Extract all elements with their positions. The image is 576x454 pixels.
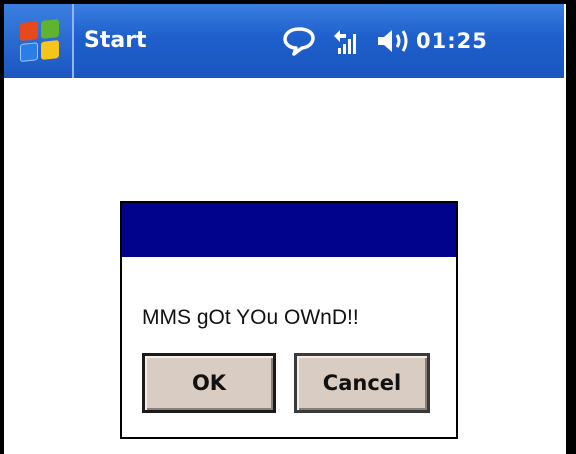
clock[interactable]: 01:25 [416, 30, 488, 52]
speaker-icon[interactable] [376, 26, 412, 56]
cancel-button[interactable]: Cancel [294, 353, 430, 413]
taskbar: Start 01:25 [4, 4, 564, 78]
dialog-message: MMS gOt YOu OWnD!! [142, 306, 359, 329]
message-bubble-icon[interactable] [282, 26, 316, 56]
device-frame-edge [566, 0, 576, 454]
windows-logo-icon [20, 19, 60, 63]
ok-button[interactable]: OK [142, 353, 276, 413]
start-button[interactable] [4, 4, 74, 78]
signal-icon[interactable] [330, 26, 360, 56]
taskbar-title[interactable]: Start [84, 30, 147, 52]
dialog-caption-bar [122, 203, 456, 257]
message-dialog: MMS gOt YOu OWnD!! OK Cancel [120, 201, 458, 439]
